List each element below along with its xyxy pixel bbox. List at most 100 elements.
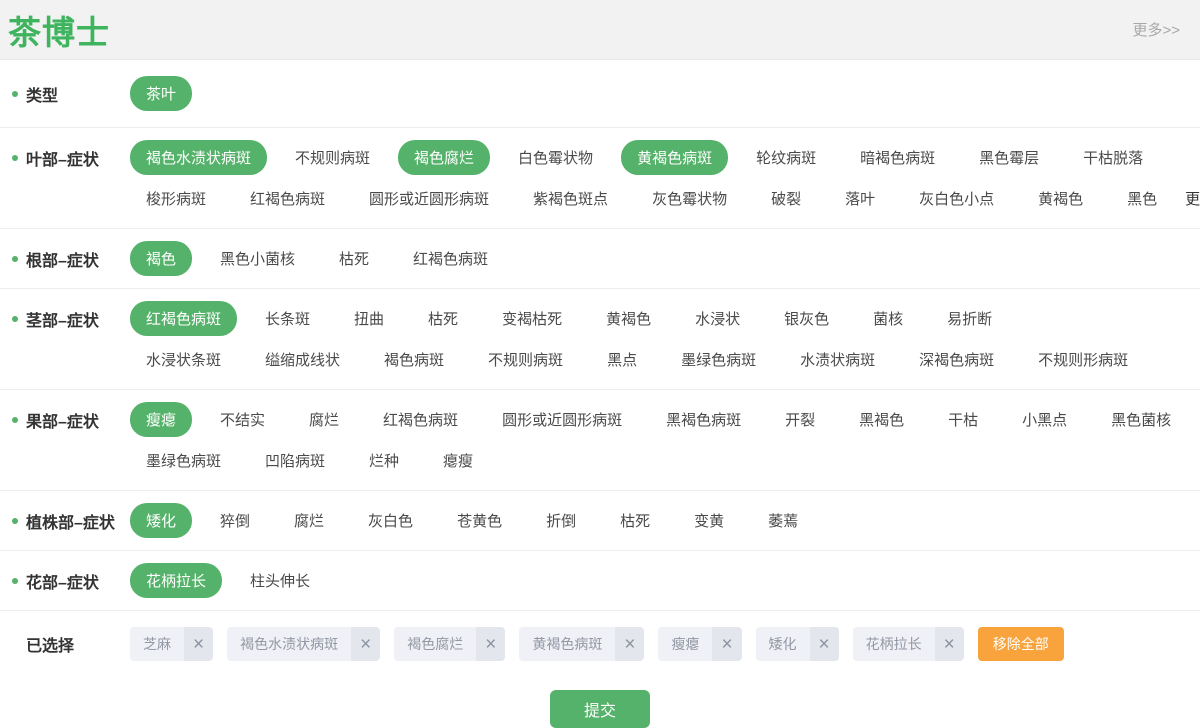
filter-tag[interactable]: 圆形或近圆形病斑 [486, 402, 638, 437]
bullet-icon [12, 316, 18, 322]
filter-tag[interactable]: 变黄 [678, 503, 740, 538]
filter-tag[interactable]: 枯死 [604, 503, 666, 538]
filter-tag[interactable]: 灰白色 [352, 503, 429, 538]
bullet-icon [12, 578, 18, 584]
selected-chip: 花柄拉长× [853, 627, 964, 661]
filter-tag[interactable]: 黄褐色 [590, 301, 667, 336]
chip-remove-button[interactable]: × [810, 627, 839, 661]
filter-tag[interactable]: 小黑点 [1006, 402, 1083, 437]
filter-tag[interactable]: 灰色霉状物 [636, 181, 743, 216]
filter-tag[interactable]: 红褐色病斑 [234, 181, 341, 216]
selected-chips: 芝麻×褐色水渍状病斑×褐色腐烂×黄褐色病斑×瘦瘪×矮化×花柄拉长×移除全部 [130, 627, 1200, 661]
filter-tag[interactable]: 黑褐色 [843, 402, 920, 437]
filter-tag[interactable]: 破裂 [755, 181, 817, 216]
filter-tag[interactable]: 凹陷病斑 [249, 443, 341, 478]
filter-tag[interactable]: 褐色腐烂 [398, 140, 490, 175]
filter-row-label-col: 果部–症状 [0, 399, 130, 440]
filter-tag[interactable]: 黑色小菌核 [204, 241, 311, 276]
filter-tag[interactable]: 银灰色 [768, 301, 845, 336]
filter-tag[interactable]: 腐烂 [278, 503, 340, 538]
more-tags-toggle[interactable]: 更多 [1185, 188, 1200, 209]
filter-tag[interactable]: 枯死 [412, 301, 474, 336]
filter-tag[interactable]: 圆形或近圆形病斑 [353, 181, 505, 216]
filter-tag[interactable]: 黑点 [591, 342, 653, 377]
filter-tag[interactable]: 水浸状 [679, 301, 756, 336]
filter-tag[interactable]: 黑色菌核 [1095, 402, 1187, 437]
filter-tag[interactable]: 猝倒 [204, 503, 266, 538]
filter-tag[interactable]: 梭形病斑 [130, 181, 222, 216]
filter-tag[interactable]: 扭曲 [338, 301, 400, 336]
filter-tag[interactable]: 不规则形病斑 [1022, 342, 1144, 377]
filter-tag[interactable]: 腐烂 [293, 402, 355, 437]
filter-tag[interactable]: 褐色病斑 [368, 342, 460, 377]
filter-tag[interactable]: 菌核 [857, 301, 919, 336]
chip-remove-button[interactable]: × [476, 627, 505, 661]
filter-tag[interactable]: 深褐色病斑 [903, 342, 1010, 377]
chip-label: 褐色腐烂 [394, 627, 476, 661]
filter-tag[interactable]: 灰白色小点 [903, 181, 1010, 216]
chip-remove-button[interactable]: × [615, 627, 644, 661]
selected-chip: 瘦瘪× [658, 627, 741, 661]
submit-row: 提交 [0, 690, 1200, 728]
filter-tag[interactable]: 墨绿色病斑 [665, 342, 772, 377]
chip-label: 花柄拉长 [853, 627, 935, 661]
filter-tag[interactable]: 暗褐色病斑 [844, 140, 951, 175]
filter-tag[interactable]: 水渍状病斑 [784, 342, 891, 377]
filter-tag[interactable]: 黑褐色病斑 [650, 402, 757, 437]
chip-remove-button[interactable]: × [712, 627, 741, 661]
filter-tag[interactable]: 烂种 [353, 443, 415, 478]
filter-tag[interactable]: 黄褐色 [1022, 181, 1099, 216]
submit-button[interactable]: 提交 [550, 690, 650, 728]
chip-remove-button[interactable]: × [184, 627, 213, 661]
filter-tag[interactable]: 黑色 [1111, 181, 1173, 216]
chip-remove-button[interactable]: × [351, 627, 380, 661]
tag-line: 褐色水渍状病斑不规则病斑褐色腐烂白色霉状物黄褐色病斑轮纹病斑暗褐色病斑黑色霉层干… [130, 137, 1200, 178]
filter-tag[interactable]: 干枯脱落 [1067, 140, 1159, 175]
filter-tag[interactable]: 落叶 [829, 181, 891, 216]
filter-tag[interactable]: 折倒 [530, 503, 592, 538]
filter-tag[interactable]: 轮纹病斑 [740, 140, 832, 175]
filter-tag[interactable]: 易折断 [931, 301, 1008, 336]
filter-tag[interactable]: 变褐枯死 [486, 301, 578, 336]
filter-tag[interactable]: 瘪瘦 [427, 443, 489, 478]
tag-line: 墨绿色病斑凹陷病斑烂种瘪瘦 [130, 440, 1200, 481]
filter-tag[interactable]: 花柄拉长 [130, 563, 222, 598]
filter-row-label: 根部–症状 [26, 247, 99, 271]
filter-tag[interactable]: 不结实 [204, 402, 281, 437]
filter-tag[interactable]: 枯死 [323, 241, 385, 276]
filter-tag[interactable]: 不规则病斑 [279, 140, 386, 175]
filter-tag[interactable]: 褐色水渍状病斑 [130, 140, 267, 175]
selected-chip: 褐色腐烂 × [394, 627, 505, 661]
filter-tag[interactable]: 长条斑 [249, 301, 326, 336]
close-icon: × [485, 635, 496, 654]
filter-tag[interactable]: 黄褐色病斑 [621, 140, 728, 175]
chip-remove-button[interactable]: × [935, 627, 964, 661]
filter-tag[interactable]: 柱头伸长 [234, 563, 326, 598]
filter-tag[interactable]: 褐色 [130, 241, 192, 276]
filter-row-label-col: 根部–症状 [0, 238, 130, 279]
filter-row-label: 类型 [26, 82, 58, 106]
remove-all-button[interactable]: 移除全部 [978, 627, 1064, 661]
filter-list: 类型茶叶叶部–症状褐色水渍状病斑不规则病斑褐色腐烂白色霉状物黄褐色病斑轮纹病斑暗… [0, 60, 1200, 611]
filter-tag[interactable]: 矮化 [130, 503, 192, 538]
filter-tag[interactable]: 黑色霉层 [963, 140, 1055, 175]
filter-tag[interactable]: 红褐色病斑 [397, 241, 504, 276]
filter-tag[interactable]: 不规则病斑 [472, 342, 579, 377]
filter-tag[interactable]: 水浸状条斑 [130, 342, 237, 377]
filter-tag[interactable]: 白色霉状物 [502, 140, 609, 175]
filter-tag[interactable]: 缢缩成线状 [249, 342, 356, 377]
filter-tag[interactable]: 开裂 [769, 402, 831, 437]
filter-tag[interactable]: 瘦瘪 [130, 402, 192, 437]
filter-tag[interactable]: 苍黄色 [441, 503, 518, 538]
filter-tag[interactable]: 红褐色病斑 [367, 402, 474, 437]
more-link[interactable]: 更多>> [1132, 19, 1180, 40]
filter-tag[interactable]: 紫褐色斑点 [517, 181, 624, 216]
filter-tag[interactable]: 干枯 [932, 402, 994, 437]
close-icon: × [624, 635, 635, 654]
tag-lines: 矮化猝倒腐烂灰白色苍黄色折倒枯死变黄萎蔫 [130, 500, 1200, 541]
filter-tag[interactable]: 茶叶 [130, 76, 192, 111]
filter-tag[interactable]: 红褐色病斑 [130, 301, 237, 336]
filter-tag[interactable]: 墨绿色病斑 [130, 443, 237, 478]
filter-tag[interactable]: 萎蔫 [752, 503, 814, 538]
bullet-icon [12, 518, 18, 524]
